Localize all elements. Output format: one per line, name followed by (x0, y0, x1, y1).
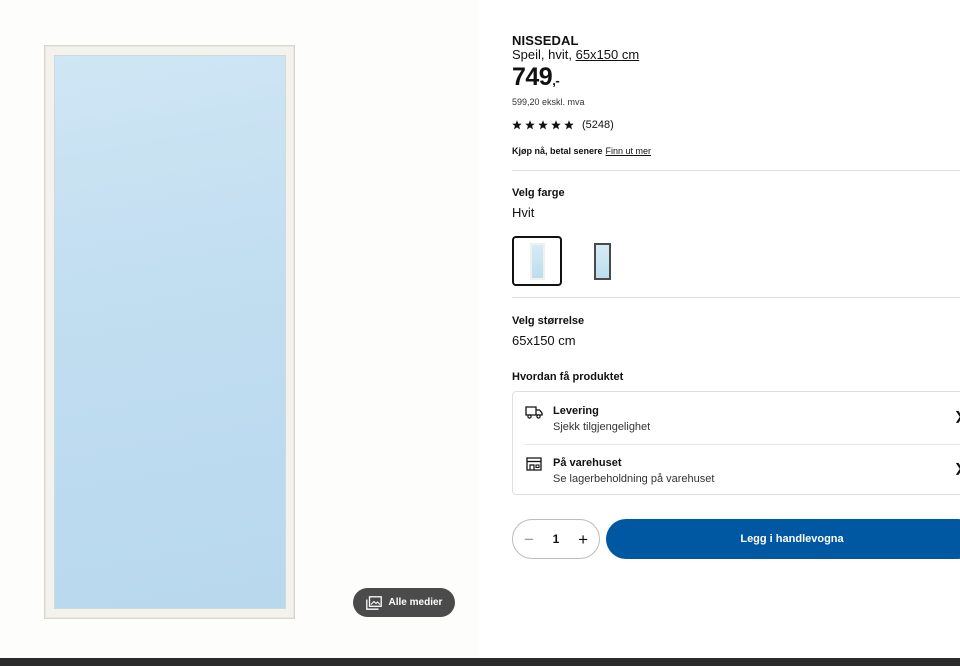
product-image-mirror[interactable] (44, 45, 295, 619)
divider (512, 170, 960, 171)
bottom-bar (0, 658, 960, 666)
all-media-label: Alle medier (388, 597, 443, 608)
color-selected: Hvit (512, 205, 535, 220)
product-description: Speil, hvit, 65x150 cm (512, 47, 639, 62)
product-name: NISSEDAL (512, 33, 579, 48)
size-heading: Velg størrelse (512, 315, 585, 327)
description-text: Speil, hvit, (512, 47, 576, 62)
bnpl-link[interactable]: Finn ut mer (606, 146, 652, 156)
delivery-title: Levering (553, 405, 599, 417)
quantity-value[interactable]: 1 (553, 532, 560, 546)
store-title: På varehuset (553, 457, 622, 469)
rating[interactable]: (5248) (512, 119, 614, 131)
color-heading: Velg farge (512, 187, 565, 199)
chevron-right-icon: ❯ (954, 409, 960, 423)
delivery-option[interactable]: Levering Sjekk tilgjengelighet ❯ (513, 392, 960, 445)
fulfilment-options: Levering Sjekk tilgjengelighet ❯ På vare… (512, 391, 960, 495)
quantity-stepper[interactable]: − 1 + (512, 519, 600, 559)
product-gallery: Alle medier (0, 0, 478, 658)
buy-now-pay-later: Kjøp nå, betal senere Finn ut mer (512, 146, 651, 156)
description-size-link[interactable]: 65x150 cm (576, 47, 640, 62)
star-icon (538, 120, 548, 130)
size-selected: 65x150 cm (512, 333, 576, 348)
divider (512, 297, 960, 298)
star-icon (525, 120, 535, 130)
price-suffix: ,- (552, 73, 560, 88)
price-value: 749 (512, 63, 553, 91)
product-price: 749,- (512, 63, 560, 92)
add-to-cart-button[interactable]: Legg i handlevogna (606, 519, 960, 559)
price-ex-vat: 599,20 ekskl. mva (512, 97, 585, 107)
color-swatch-black[interactable] (577, 236, 627, 286)
star-icon (551, 120, 561, 130)
star-icon (564, 120, 574, 130)
photo-gallery-icon (365, 595, 382, 610)
delivery-subtitle: Sjekk tilgjengelighet (553, 421, 651, 433)
swatch-thumb-black (593, 242, 611, 280)
decrease-quantity-button[interactable]: − (524, 531, 534, 548)
review-count: (5248) (582, 119, 614, 131)
star-icon (512, 120, 522, 130)
all-media-button[interactable]: Alle medier (353, 588, 455, 617)
store-icon (526, 457, 542, 471)
increase-quantity-button[interactable]: + (578, 531, 588, 548)
chevron-right-icon: ❯ (954, 461, 960, 475)
swatch-thumb-white (529, 242, 545, 280)
color-swatch-white[interactable] (512, 236, 562, 286)
mirror-glass (54, 55, 286, 609)
delivery-truck-icon (525, 406, 543, 419)
bnpl-text: Kjøp nå, betal senere (512, 146, 603, 156)
fulfilment-heading: Hvordan få produktet (512, 371, 624, 383)
store-subtitle: Se lagerbeholdning på varehuset (553, 473, 715, 485)
store-option[interactable]: På varehuset Se lagerbeholdning på vareh… (513, 444, 960, 494)
